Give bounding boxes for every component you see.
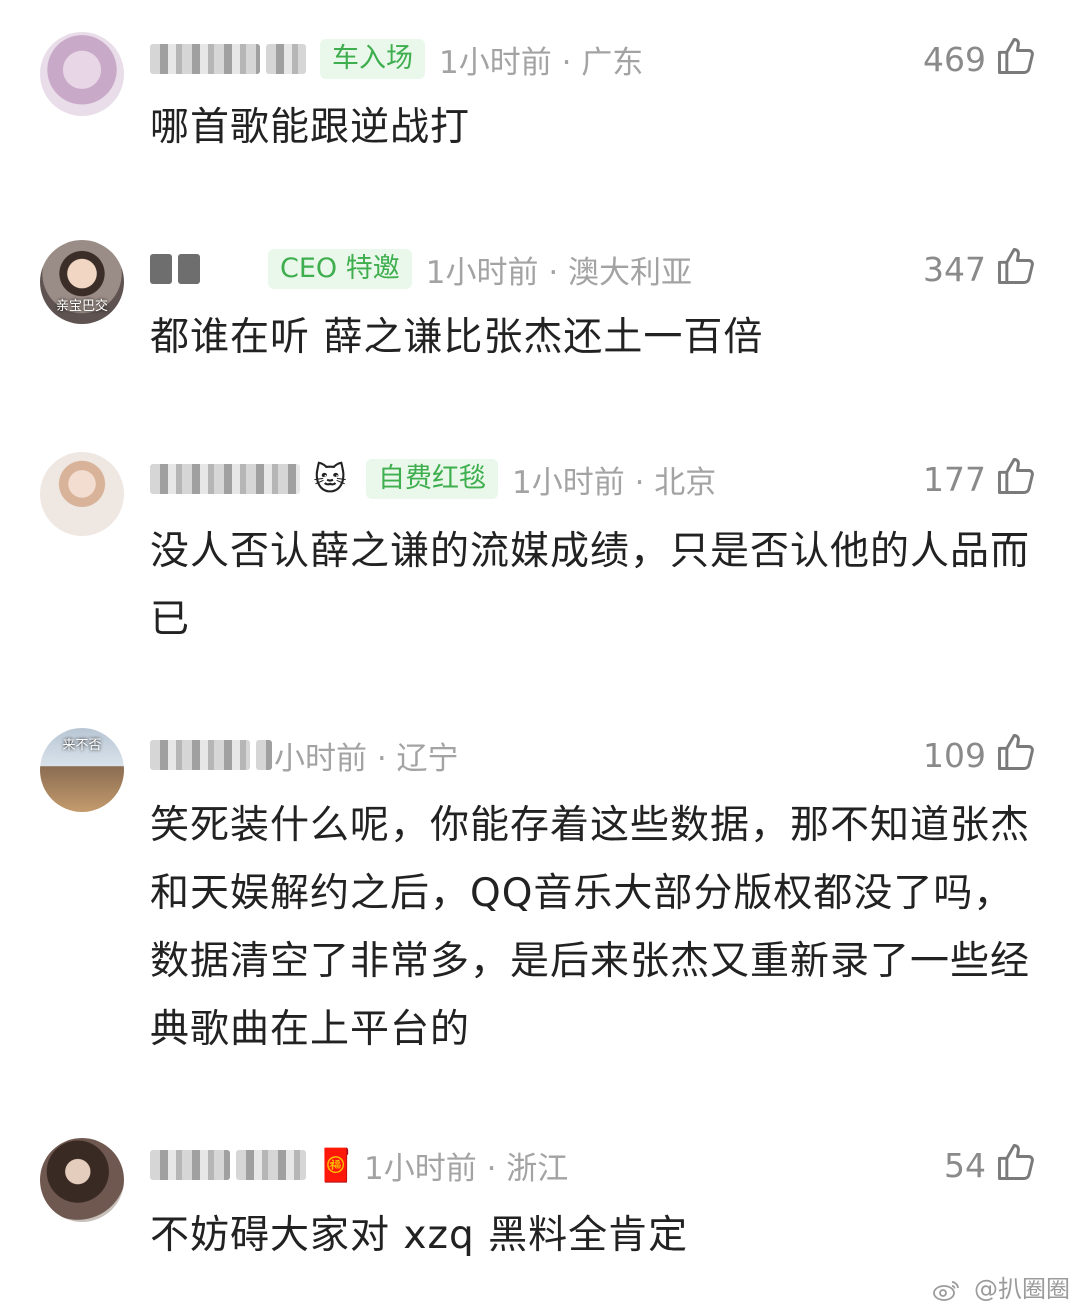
avatar[interactable] [40,452,124,536]
comment-text: 笑死装什么呢，你能存着这些数据，那不知道张杰和天娱解约之后，QQ音乐大部分版权都… [150,803,1031,1052]
blurred-username [266,44,306,74]
blurred-username[interactable] [150,254,172,284]
comment-meta: 1小时前 · 广东 [439,44,644,81]
comment-text: 都谁在听 薛之谦比张杰还土一百倍 [150,315,764,360]
avatar[interactable] [40,1138,124,1222]
watermark: @扒圈圈 [932,1269,1070,1304]
like-count: 177 [923,460,986,499]
like-count: 54 [944,1146,986,1185]
weibo-logo-icon [933,1281,960,1301]
thumbs-up-icon[interactable] [994,244,1038,288]
user-badge: 自费红毯 [366,459,498,499]
comment-meta: 1小时前 · 浙江 [364,1150,569,1187]
blurred-username [178,254,200,284]
thumbs-up-icon[interactable] [994,730,1038,774]
like-count: 109 [923,736,986,775]
blurred-username [236,1150,306,1180]
comment-text: 没人否认薛之谦的流媒成绩，只是否认他的人品而已 [150,529,1031,642]
avatar[interactable]: 来不否 [40,728,124,812]
like-count: 469 [923,40,986,79]
red-envelope-icon: 🧧 [316,1146,356,1184]
comment-meta: 小时前 · 辽宁 [274,740,459,777]
avatar[interactable] [40,32,124,116]
thumbs-up-icon[interactable] [994,454,1038,498]
avatar-caption: 亲宝巴交 [55,299,108,314]
user-badge: 车入场 [320,39,425,79]
comment-meta: 1小时前 · 北京 [512,464,717,501]
blurred-username[interactable] [150,1150,230,1180]
avatar-caption: 来不否 [62,738,102,753]
comment-text: 哪首歌能跟逆战打 [150,105,471,150]
like-count: 347 [923,250,986,289]
blurred-username[interactable] [150,44,260,74]
thumbs-up-icon[interactable] [994,34,1038,78]
comment-text: 不妨碍大家对 xzq 黑料全肯定 [150,1213,689,1258]
comment-meta: 1小时前 · 澳大利亚 [425,254,693,291]
blurred-username [256,740,272,770]
blurred-username[interactable] [150,464,300,494]
user-badge: CEO 特邀 [268,249,412,289]
avatar[interactable]: 亲宝巴交 [40,240,124,324]
cat-icon: 🐱 [313,460,347,498]
thumbs-up-icon[interactable] [994,1140,1038,1184]
watermark-text: @扒圈圈 [974,1275,1070,1303]
blurred-username[interactable] [150,740,250,770]
